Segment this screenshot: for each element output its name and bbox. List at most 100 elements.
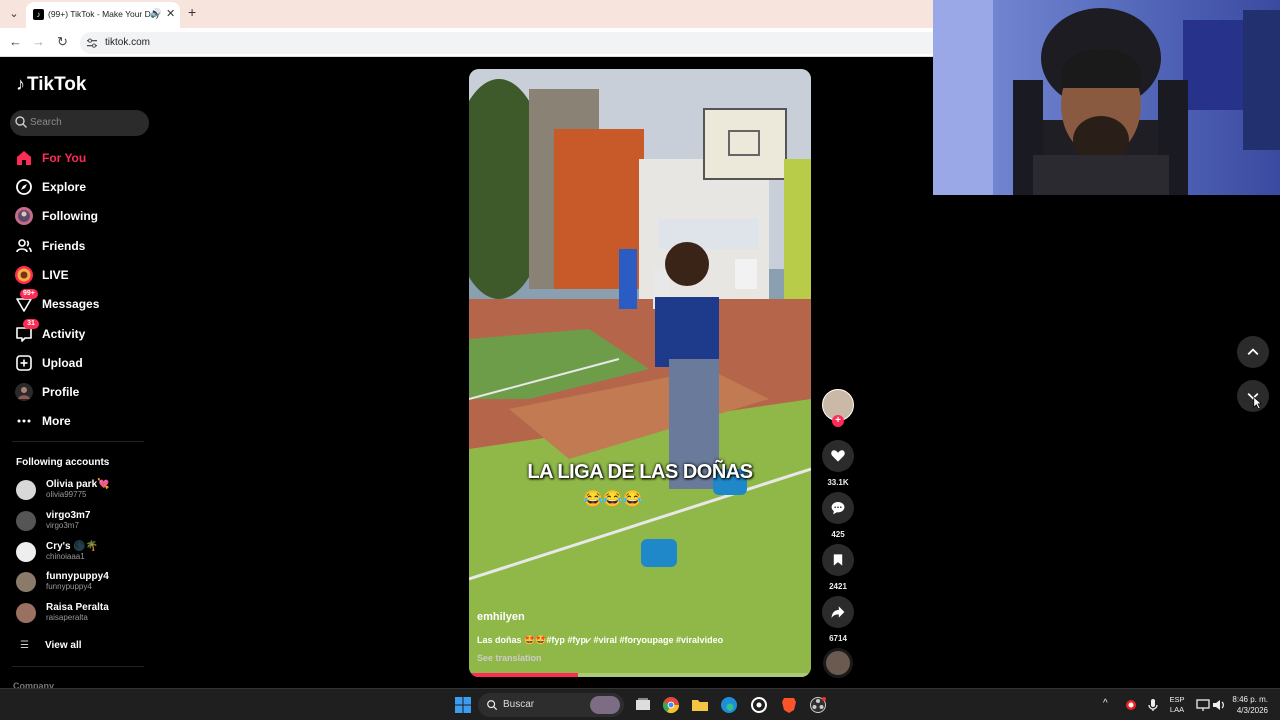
site-info-icon[interactable] <box>86 37 98 49</box>
nav-label: Friends <box>42 239 86 253</box>
back-arrow-icon[interactable]: ← <box>9 34 22 49</box>
sidebar-divider <box>12 666 144 667</box>
windows-start-icon[interactable] <box>454 696 472 714</box>
nav-profile[interactable]: Profile <box>14 381 154 403</box>
account-handle: olivia99775 <box>46 490 87 499</box>
tiktok-logo[interactable]: ♪ TikTok <box>16 74 86 96</box>
browser-toolbar: ← → ↻ tiktok.com <box>0 28 933 57</box>
video-author[interactable]: emhilyen <box>477 611 525 623</box>
share-arrow-icon <box>831 606 845 619</box>
app-icon[interactable] <box>750 696 768 714</box>
address-bar[interactable]: tiktok.com <box>80 32 933 54</box>
account-name: virgo3m7 <box>46 510 91 521</box>
tray-app-icon[interactable] <box>1122 696 1140 714</box>
nav-label: For You <box>42 151 87 165</box>
nav-following[interactable]: Following <box>14 205 154 227</box>
comment-count: 425 <box>831 530 845 539</box>
home-icon <box>17 151 31 165</box>
save-count: 2421 <box>829 582 847 591</box>
upload-icon <box>16 355 32 371</box>
streamer-webcam-image <box>933 0 1280 195</box>
system-clock[interactable]: 8:46 p. m. 4/3/2026 <box>1228 694 1268 716</box>
browser-tab-tiktok[interactable]: ♪ (99+) TikTok - Make Your Day 🔊 ✕ <box>26 2 180 28</box>
nav-label: Upload <box>42 356 83 370</box>
tab-search-chevron-icon[interactable]: ⌄ <box>6 6 22 22</box>
like-button[interactable] <box>822 440 854 472</box>
nav-friends[interactable]: Friends <box>14 235 154 257</box>
language-code: ESP <box>1169 695 1185 704</box>
close-tab-icon[interactable]: ✕ <box>166 7 175 20</box>
nav-label: LIVE <box>42 268 69 282</box>
profile-avatar-icon <box>15 383 33 401</box>
nav-messages[interactable]: 99+ Messages <box>14 289 154 315</box>
search-placeholder: Search <box>30 117 62 128</box>
live-icon <box>15 266 33 284</box>
microphone-icon[interactable] <box>1144 696 1162 714</box>
see-translation-link[interactable]: See translation <box>477 653 542 663</box>
video-progress-bar[interactable] <box>469 673 811 677</box>
tray-overflow-icon[interactable]: ^ <box>1103 699 1108 709</box>
tiktok-favicon-icon: ♪ <box>33 9 44 20</box>
nav-more[interactable]: More <box>14 410 154 432</box>
nav-explore[interactable]: Explore <box>14 176 154 198</box>
heart-icon <box>831 450 845 462</box>
view-all-label: View all <box>45 640 82 651</box>
taskbar-search-box[interactable]: Buscar <box>478 693 624 717</box>
avatar <box>16 603 36 623</box>
video-frame-image <box>469 69 811 677</box>
windows-taskbar: Buscar ^ ESP LAA 8:46 p. m. 4/3/2026 <box>0 688 1280 720</box>
new-tab-plus-icon[interactable]: + <box>188 4 196 20</box>
nav-activity[interactable]: 31 Activity <box>14 319 154 345</box>
reload-icon[interactable]: ↻ <box>57 34 68 50</box>
search-input[interactable]: Search <box>10 110 149 136</box>
chrome-icon[interactable] <box>662 696 680 714</box>
nav-label: Explore <box>42 180 87 194</box>
clock-time: 8:46 p. m. <box>1232 695 1268 704</box>
following-account-item[interactable]: funnypuppy4 funnypuppy4 <box>16 569 156 595</box>
volume-icon[interactable] <box>1210 696 1228 714</box>
friends-icon <box>16 239 32 253</box>
following-account-item[interactable]: Cry's 🌑🌴 chinoiaaa1 <box>16 539 156 565</box>
like-action[interactable]: 33.1K <box>822 440 854 487</box>
language-indicator[interactable]: ESP LAA <box>1165 695 1189 715</box>
file-explorer-icon[interactable] <box>691 696 709 714</box>
following-account-item[interactable]: Olivia park💘 olivia99775 <box>16 477 156 503</box>
following-account-item[interactable]: virgo3m7 virgo3m7 <box>16 508 156 534</box>
logo-text: TikTok <box>27 74 87 95</box>
nav-live[interactable]: LIVE <box>14 264 154 286</box>
forward-arrow-icon[interactable]: → <box>32 34 45 49</box>
progress-fill <box>469 673 579 677</box>
edge-icon[interactable] <box>720 696 738 714</box>
task-view-icon[interactable] <box>634 696 652 714</box>
nav-for-you[interactable]: For You <box>14 147 154 169</box>
taskbar-search-placeholder: Buscar <box>503 699 535 710</box>
account-name: Cry's 🌑🌴 <box>46 541 99 552</box>
sidebar-divider <box>12 441 144 442</box>
obs-icon[interactable] <box>809 696 827 714</box>
music-disc-icon[interactable] <box>823 648 853 678</box>
nav-label: Activity <box>42 327 86 341</box>
nav-label: Messages <box>42 297 100 311</box>
follow-plus-icon[interactable]: + <box>832 415 844 427</box>
share-count: 6714 <box>829 634 847 643</box>
avatar <box>16 511 36 531</box>
following-avatar-icon <box>15 207 33 225</box>
brave-icon[interactable] <box>780 696 798 714</box>
share-action[interactable]: 6714 <box>822 596 854 643</box>
following-account-item[interactable]: Raisa Peralta raisaperalta <box>16 600 156 626</box>
speaker-icon[interactable]: 🔊 <box>150 8 161 19</box>
account-name: Raisa Peralta <box>46 602 109 613</box>
browser-tab-strip: ⌄ ♪ (99+) TikTok - Make Your Day 🔊 ✕ + <box>0 0 933 28</box>
clock-date: 4/3/2026 <box>1236 706 1268 715</box>
share-button[interactable] <box>822 596 854 628</box>
compass-icon <box>16 179 32 195</box>
save-button[interactable] <box>822 544 854 576</box>
comment-button[interactable] <box>822 492 854 524</box>
previous-video-button[interactable] <box>1237 336 1269 368</box>
video-player[interactable]: LA LIGA DE LAS DOÑAS 😂😂😂 emhilyen Las do… <box>469 69 811 677</box>
list-icon: ☰ <box>20 640 29 651</box>
view-all-button[interactable]: ☰ View all <box>16 638 136 654</box>
nav-upload[interactable]: Upload <box>14 352 154 374</box>
save-action[interactable]: 2421 <box>822 544 854 591</box>
comment-action[interactable]: 425 <box>822 492 854 539</box>
